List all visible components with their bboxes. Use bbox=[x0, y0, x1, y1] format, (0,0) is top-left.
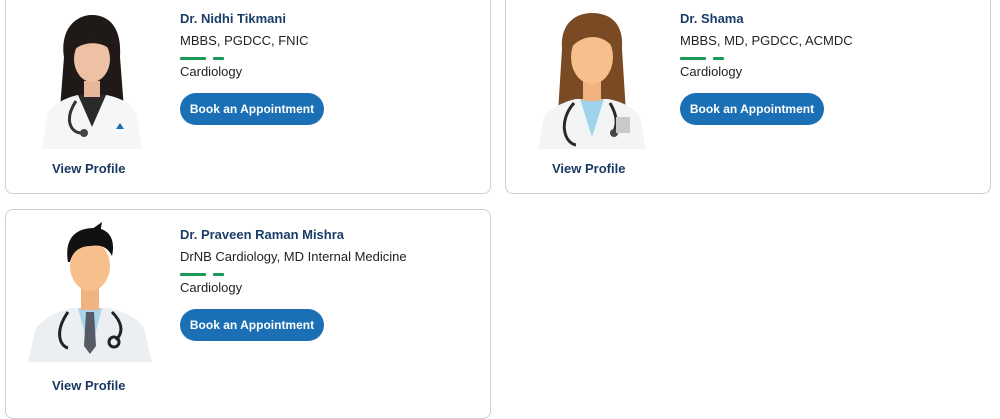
doctor-card: View Profile Dr. Nidhi Tikmani MBBS, PGD… bbox=[5, 0, 491, 194]
green-divider bbox=[680, 57, 740, 60]
green-divider bbox=[180, 57, 240, 60]
doctor-name[interactable]: Dr. Nidhi Tikmani bbox=[180, 11, 324, 27]
male-doctor-avatar-icon bbox=[24, 222, 156, 362]
female-doctor-avatar-icon bbox=[524, 9, 656, 149]
book-appointment-button[interactable]: Book an Appointment bbox=[180, 309, 324, 341]
female-doctor-photo-icon bbox=[24, 9, 156, 149]
green-divider bbox=[180, 273, 240, 276]
doctor-name[interactable]: Dr. Shama bbox=[680, 11, 853, 27]
doctor-info: Dr. Nidhi Tikmani MBBS, PGDCC, FNIC Card… bbox=[180, 11, 324, 125]
view-profile-link[interactable]: View Profile bbox=[52, 378, 132, 393]
doctor-card: View Profile Dr. Praveen Raman Mishra Dr… bbox=[5, 209, 491, 419]
book-appointment-button[interactable]: Book an Appointment bbox=[180, 93, 324, 125]
doctor-specialty: Cardiology bbox=[180, 64, 243, 79]
doctor-degree: MBBS, PGDCC, FNIC bbox=[180, 33, 309, 48]
doctor-name[interactable]: Dr. Praveen Raman Mishra bbox=[180, 227, 407, 243]
doctor-info: Dr. Praveen Raman Mishra DrNB Cardiology… bbox=[180, 227, 407, 341]
book-appointment-button[interactable]: Book an Appointment bbox=[680, 93, 824, 125]
doctor-specialty: Cardiology bbox=[180, 280, 243, 295]
doctor-photo[interactable] bbox=[24, 222, 156, 362]
doctor-card: View Profile Dr. Shama MBBS, MD, PGDCC, … bbox=[505, 0, 991, 194]
view-profile-link[interactable]: View Profile bbox=[552, 161, 632, 176]
doctor-photo[interactable] bbox=[24, 9, 156, 149]
doctor-degree: MBBS, MD, PGDCC, ACMDC bbox=[680, 33, 853, 48]
doctor-info: Dr. Shama MBBS, MD, PGDCC, ACMDC Cardiol… bbox=[680, 11, 853, 125]
view-profile-link[interactable]: View Profile bbox=[52, 161, 132, 176]
doctor-photo[interactable] bbox=[524, 9, 656, 149]
doctor-degree: DrNB Cardiology, MD Internal Medicine bbox=[180, 249, 407, 264]
doctor-specialty: Cardiology bbox=[680, 64, 743, 79]
